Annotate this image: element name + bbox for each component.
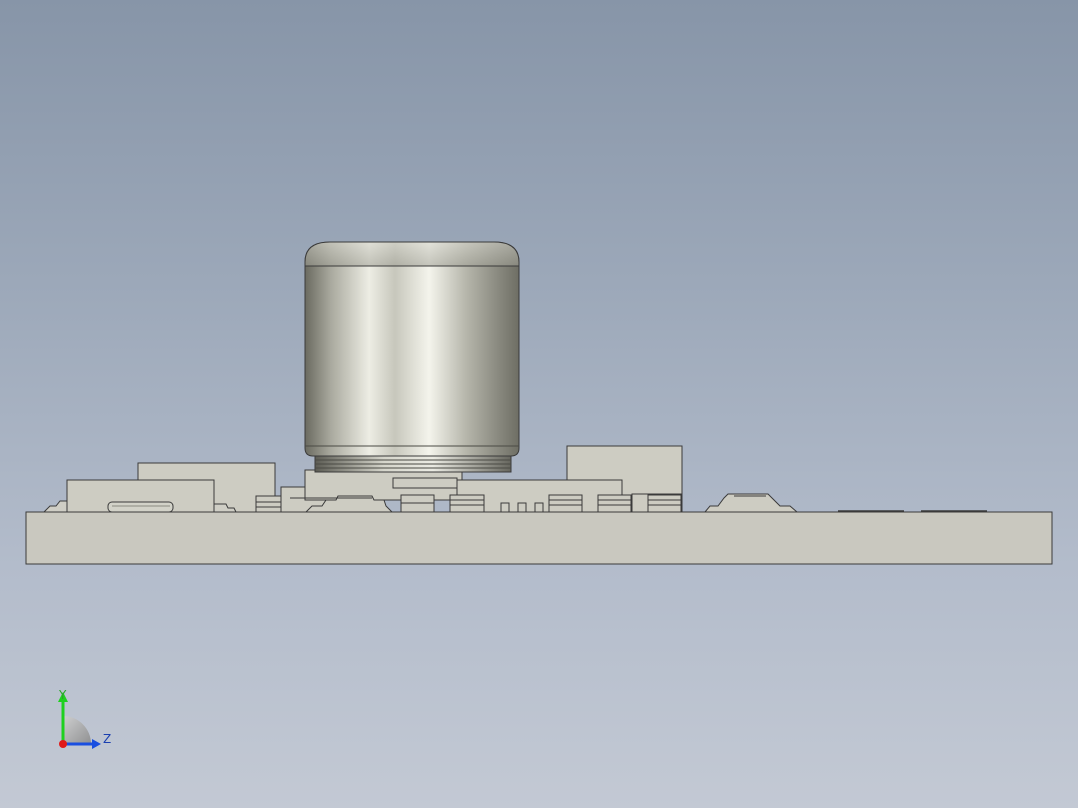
triad-y-label: Y [59, 688, 67, 702]
smd-part-4[interactable] [449, 494, 485, 513]
smd-part-7[interactable] [647, 494, 682, 513]
pcb-board[interactable] [25, 511, 1053, 565]
triad-z-label: Z [103, 732, 112, 746]
left-pad-profile [42, 500, 68, 513]
model-view[interactable] [0, 0, 1078, 808]
capacitor-base-step [392, 477, 458, 489]
triad-quadrant [63, 716, 91, 744]
smd-part-6[interactable] [597, 494, 632, 513]
push-button[interactable] [107, 501, 174, 513]
smd-part-3[interactable] [400, 494, 435, 513]
ic-chip[interactable] [703, 493, 799, 513]
electrolytic-capacitor[interactable] [304, 241, 520, 473]
smd-part-5[interactable] [548, 494, 583, 513]
graphics-viewport[interactable]: Y Z [0, 0, 1078, 808]
triad-x-axis [59, 740, 67, 748]
smd-small-pads [500, 502, 544, 513]
